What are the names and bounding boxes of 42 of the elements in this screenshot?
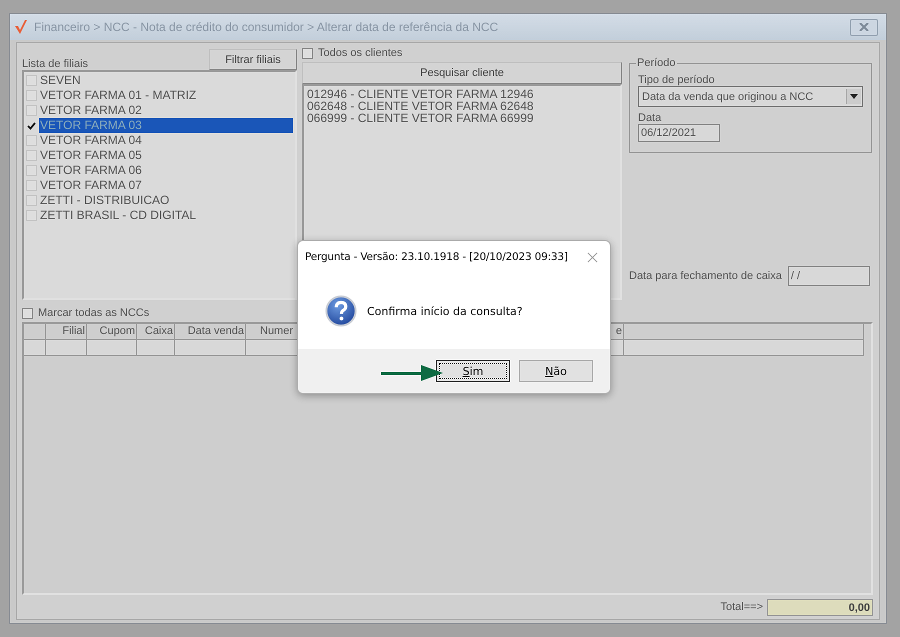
- checkbox[interactable]: [26, 120, 37, 131]
- client-item[interactable]: 062648 - CLIENTE VETOR FARMA 62648: [307, 100, 617, 112]
- branch-item[interactable]: VETOR FARMA 02: [39, 103, 293, 118]
- branch-item[interactable]: VETOR FARMA 04: [39, 133, 293, 148]
- caret-icon: [850, 94, 858, 99]
- period-type-dropdown[interactable]: Data da venda que originou a NCC: [638, 86, 863, 107]
- search-client-button[interactable]: Pesquisar cliente: [302, 62, 622, 84]
- dialog-message: Confirma início da consulta?: [367, 304, 523, 318]
- close-button[interactable]: [850, 18, 878, 36]
- branch-list-label: Lista de filiais: [22, 58, 88, 70]
- branch-item[interactable]: VETOR FARMA 07: [39, 178, 293, 193]
- branch-item[interactable]: VETOR FARMA 06: [39, 163, 293, 178]
- client-item[interactable]: 012946 - CLIENTE VETOR FARMA 12946: [307, 88, 617, 100]
- field-label: Tipo de período: [638, 74, 716, 86]
- date-field[interactable]: 06/12/2021: [638, 124, 720, 142]
- branch-item[interactable]: VETOR FARMA 03: [39, 118, 293, 133]
- question-icon: [325, 295, 357, 327]
- all-clients-label: Todos os clientes: [318, 47, 402, 59]
- close-icon[interactable]: [587, 252, 598, 262]
- total-label: Total==>: [720, 601, 763, 613]
- branch-item[interactable]: SEVEN: [39, 73, 293, 88]
- date-field[interactable]: / /: [788, 266, 870, 286]
- total-field: 0,00: [767, 598, 873, 616]
- checkbox[interactable]: [22, 308, 33, 318]
- window-title: Financeiro > NCC - Nota de crédito do consumidor > Alterar data de referência da NCC: [34, 20, 500, 34]
- mark-all-label: Marcar todas as NCCs: [38, 307, 150, 319]
- branch-item[interactable]: ZETTI BRASIL - CD DIGITAL: [39, 208, 293, 223]
- client-item[interactable]: 066999 - CLIENTE VETOR FARMA 66999: [307, 112, 617, 124]
- dialog-button[interactable]: Sim: [436, 360, 510, 382]
- branch-item[interactable]: ZETTI - DISTRIBUICAO: [39, 193, 293, 208]
- dialog-button[interactable]: Não: [519, 360, 593, 382]
- filter-button[interactable]: Filtrar filiais: [209, 49, 297, 70]
- close-icon: [859, 23, 869, 31]
- branch-item[interactable]: VETOR FARMA 05: [39, 148, 293, 163]
- check-mark-logo-icon: [14, 19, 28, 35]
- field-label: Data: [638, 112, 662, 124]
- dialog-title: Pergunta - Versão: 23.10.1918 - [20/10/2023 09:33]: [305, 251, 568, 263]
- field-label: Data para fechamento de caixa: [629, 270, 782, 282]
- arrow-icon: [381, 364, 443, 382]
- checkbox[interactable]: [302, 48, 313, 58]
- branch-item[interactable]: VETOR FARMA 01 - MATRIZ: [39, 88, 293, 103]
- group-label: Período: [636, 57, 677, 69]
